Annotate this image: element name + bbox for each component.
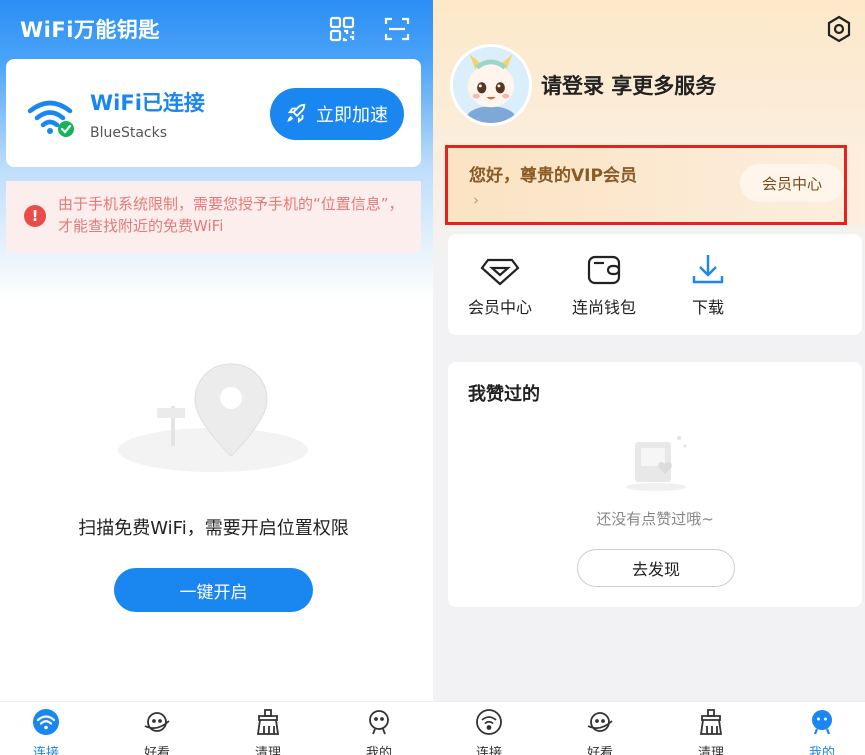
wifi-connected-icon [26,95,78,139]
diamond-icon [480,258,520,286]
tab-clean[interactable]: 清理 [671,708,751,755]
alert-icon: ! [24,205,46,227]
location-warning: ! 由于手机系统限制，需要您授予手机的“位置信息”，才能查找附近的免费WiFi [6,181,421,253]
download-icon [692,255,724,284]
tab-label: 好看 [586,746,613,755]
tab-label: 清理 [697,746,724,755]
avatar[interactable] [450,44,532,126]
location-pin-illustration [113,360,313,480]
empty-state-text: 还没有点赞过哦~ [596,510,714,528]
quick-action-label: 会员中心 [467,298,532,317]
quick-member-center[interactable]: 会员中心 [455,252,545,318]
quick-actions: 会员中心 连尚钱包 下载 [448,234,862,335]
network-name: BlueStacks [90,125,168,141]
tab-discover[interactable]: 好看 [560,708,640,755]
bottom-tab-bar: 连接 好看 清理 我的 [433,701,865,755]
settings-icon[interactable] [824,14,854,44]
quick-action-label: 连尚钱包 [571,298,636,317]
mascot-avatar-icon [466,54,516,123]
warning-text: 由于手机系统限制，需要您授予手机的“位置信息”，才能查找附近的免费WiFi [58,195,404,235]
login-prompt[interactable]: 请登录 享更多服务 [541,70,716,100]
broom-icon [256,709,280,735]
tab-profile[interactable]: 我的 [782,708,862,755]
tab-label: 清理 [254,746,281,755]
app-title: WiFi万能钥匙 [20,18,160,42]
tab-discover[interactable]: 好看 [117,708,197,755]
tab-clean[interactable]: 清理 [228,708,308,755]
tab-label: 连接 [475,746,502,755]
broom-icon [699,709,723,735]
boost-button-label: 立即加速 [316,105,388,126]
bottom-tab-bar: 连接 好看 清理 我的 [0,701,433,755]
profile-icon [812,710,832,735]
scan-icon[interactable] [384,16,410,42]
quick-wallet[interactable]: 连尚钱包 [559,252,649,318]
rocket-icon [287,103,306,124]
liked-section: 我赞过的 还没有点赞过哦~ 去发现 [448,362,862,607]
scan-permission-text: 扫描免费WiFi，需要开启位置权限 [78,518,349,539]
vip-card[interactable]: 您好，尊贵的VIP会员 › 会员中心 [447,145,865,225]
quick-action-label: 下载 [691,298,724,317]
liked-title: 我赞过的 [468,384,540,405]
tab-label: 我的 [808,746,835,755]
planet-icon [587,712,613,732]
tab-connect[interactable]: 连接 [449,708,529,755]
quick-download[interactable]: 下载 [663,252,753,318]
discover-button[interactable]: 去发现 [577,549,735,587]
connection-card[interactable]: WiFi已连接 BlueStacks 立即加速 [6,59,421,167]
wifi-icon [476,709,502,735]
profile-icon [369,710,389,735]
enable-location-button[interactable]: 一键开启 [114,568,313,612]
wifi-icon [33,709,59,735]
planet-icon [144,712,170,732]
empty-photo-illustration [621,432,691,492]
vip-greeting: 您好，尊贵的VIP会员 [469,166,637,186]
tab-label: 我的 [365,746,392,755]
qr-code-icon[interactable] [329,16,355,42]
profile-screen: 请登录 享更多服务 您好，尊贵的VIP会员 › 会员中心 会员中心 连尚钱包 下… [433,0,865,755]
connect-screen: WiFi万能钥匙 WiFi已连接 BlueStacks 立即加速 ! 由于手机系… [0,0,433,755]
tab-label: 好看 [143,746,170,755]
boost-button[interactable]: 立即加速 [270,88,404,140]
wallet-icon [587,255,621,285]
tab-label: 连接 [32,746,59,755]
connection-status: WiFi已连接 [90,91,205,115]
tab-profile[interactable]: 我的 [339,708,419,755]
member-center-button[interactable]: 会员中心 [740,164,844,202]
tab-connect[interactable]: 连接 [6,708,86,755]
chevron-right-icon: › [473,191,479,209]
